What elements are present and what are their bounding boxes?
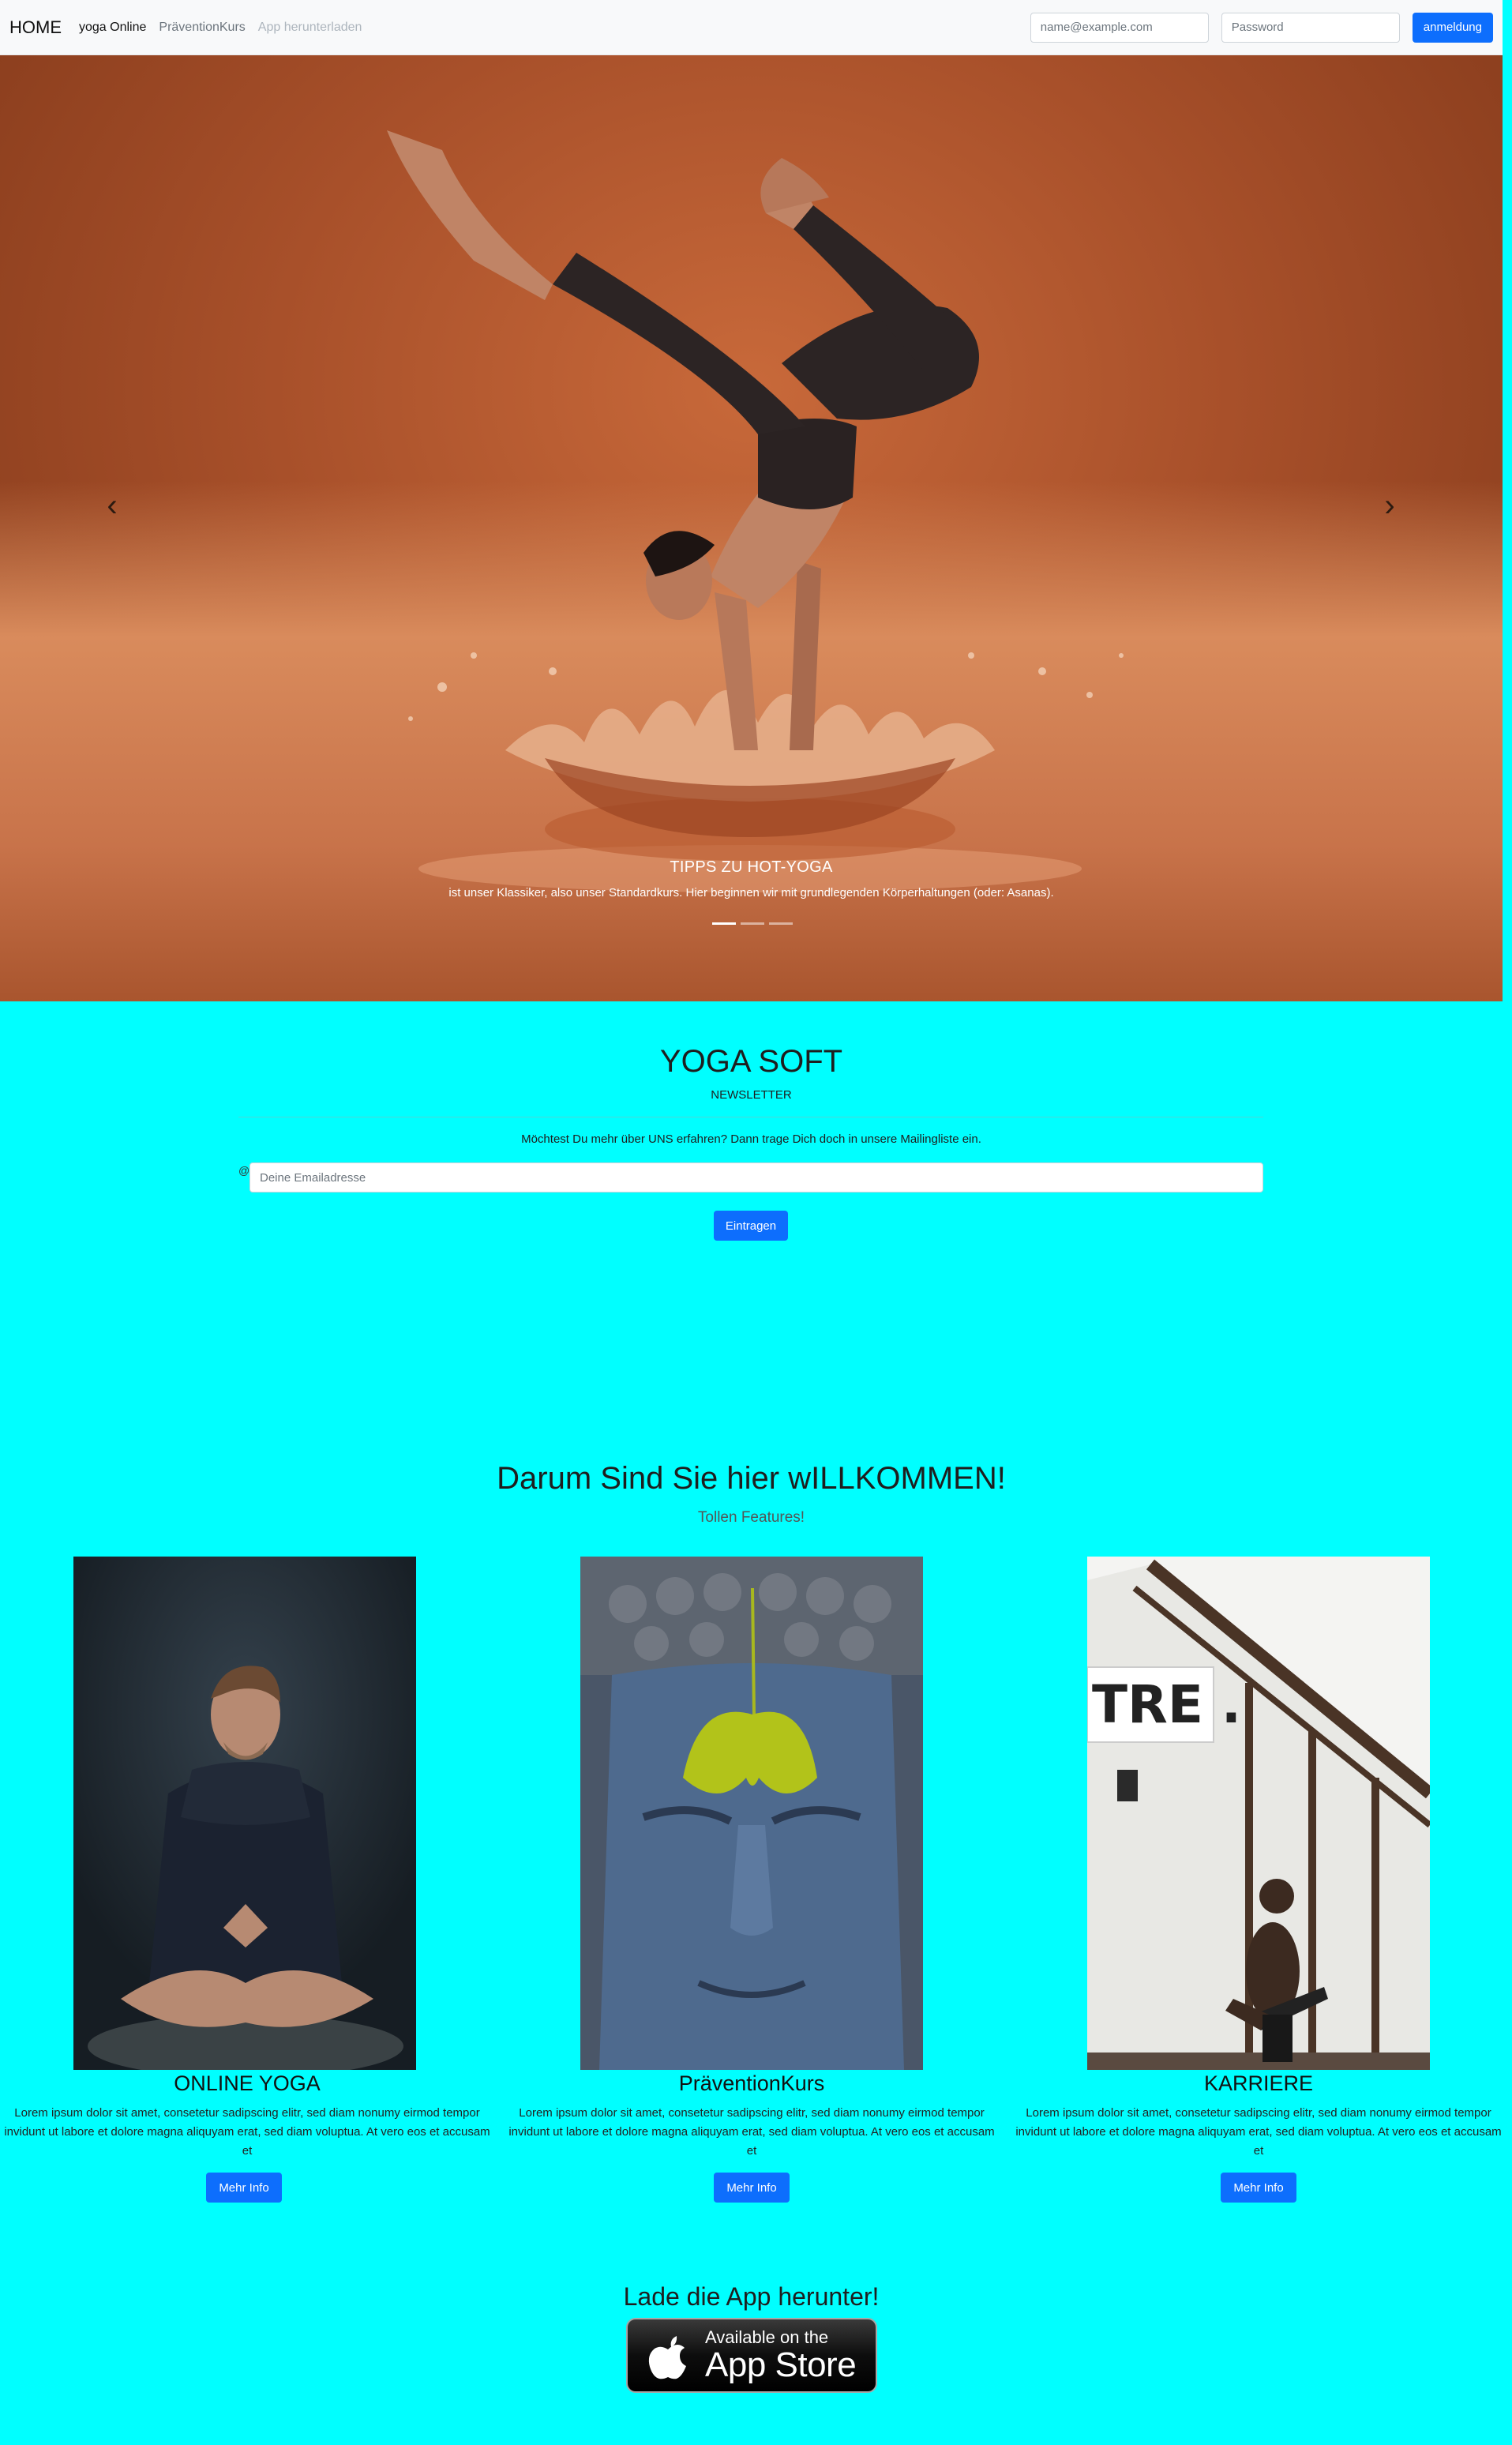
app-download-title: Lade die App herunter!	[623, 2282, 880, 2311]
newsletter-text: Möchtest Du mehr über UNS erfahren? Dann…	[521, 1132, 981, 1146]
carousel-caption-title: TIPPS ZU HOT-YOGA	[670, 858, 833, 876]
nav-link-praevention[interactable]: PräventionKurs	[159, 21, 245, 35]
building-sign-text: TRE .	[1092, 1674, 1241, 1735]
app-store-badge-big: App Store	[705, 2345, 857, 2384]
carousel-indicator-3[interactable]	[769, 922, 793, 925]
feature-heading-praevention: PräventionKurs	[678, 2071, 825, 2095]
at-sign-icon: @	[238, 1164, 250, 1177]
page-edge	[1503, 0, 1512, 2445]
navbar: HOME yoga Online PräventionKurs App heru…	[0, 0, 1503, 55]
brand-home-link[interactable]: HOME	[9, 17, 62, 38]
feature-image-online-yoga	[73, 1557, 416, 2070]
buddha-leaf-photo	[580, 1557, 923, 2070]
feature-heading-online-yoga: ONLINE YOGA	[174, 2071, 321, 2095]
newsletter-label: NEWSLETTER	[711, 1088, 792, 1102]
app-store-badge-small: Available on the	[705, 2327, 829, 2347]
feature-text-karriere: Lorem ipsum dolor sit amet, consetetur s…	[1015, 2106, 1502, 2158]
login-password-input[interactable]	[1221, 12, 1400, 43]
feature-text-online-yoga: Lorem ipsum dolor sit amet, consetetur s…	[4, 2106, 490, 2158]
features-title: Darum Sind Sie hier wILLKOMMEN!	[497, 1461, 1006, 1496]
nav-link-app-download[interactable]: App herunterladen	[258, 21, 362, 35]
more-info-button-karriere[interactable]: Mehr Info	[1221, 2173, 1296, 2203]
features-subtitle: Tollen Features!	[697, 1509, 805, 1526]
apple-logo-icon	[648, 2335, 686, 2379]
carousel-indicators	[712, 922, 793, 925]
carousel-next-icon[interactable]: ›	[1366, 482, 1413, 529]
carousel-caption-text: ist unser Klassiker, also unser Standard…	[448, 886, 1054, 900]
more-info-button-online-yoga[interactable]: Mehr Info	[206, 2173, 282, 2203]
newsletter-email-input[interactable]	[249, 1162, 1263, 1192]
more-info-button-praevention[interactable]: Mehr Info	[714, 2173, 790, 2203]
app-store-badge-text: Available on the App Store	[705, 2327, 857, 2384]
carousel-prev-icon[interactable]: ‹	[88, 482, 136, 529]
feature-image-karriere: TRE .	[1087, 1557, 1430, 2070]
login-email-input[interactable]	[1030, 12, 1209, 43]
meditation-photo	[73, 1557, 416, 2070]
newsletter-submit-button[interactable]: Eintragen	[714, 1211, 788, 1241]
carousel-indicator-2[interactable]	[741, 922, 764, 925]
login-form: anmeldung	[1030, 12, 1493, 43]
carousel-indicator-1[interactable]	[712, 922, 736, 925]
feature-text-praevention: Lorem ipsum dolor sit amet, consetetur s…	[508, 2106, 995, 2158]
login-button[interactable]: anmeldung	[1412, 12, 1493, 43]
feature-heading-karriere: KARRIERE	[1203, 2071, 1314, 2095]
nav-link-yoga-online[interactable]: yoga Online	[79, 21, 146, 35]
feature-image-praevention	[580, 1557, 923, 2070]
newsletter-title: YOGA SOFT	[659, 1044, 843, 1079]
app-store-badge[interactable]: Available on the App Store	[626, 2318, 877, 2393]
yoga-pose-building-photo: TRE .	[1087, 1557, 1430, 2070]
